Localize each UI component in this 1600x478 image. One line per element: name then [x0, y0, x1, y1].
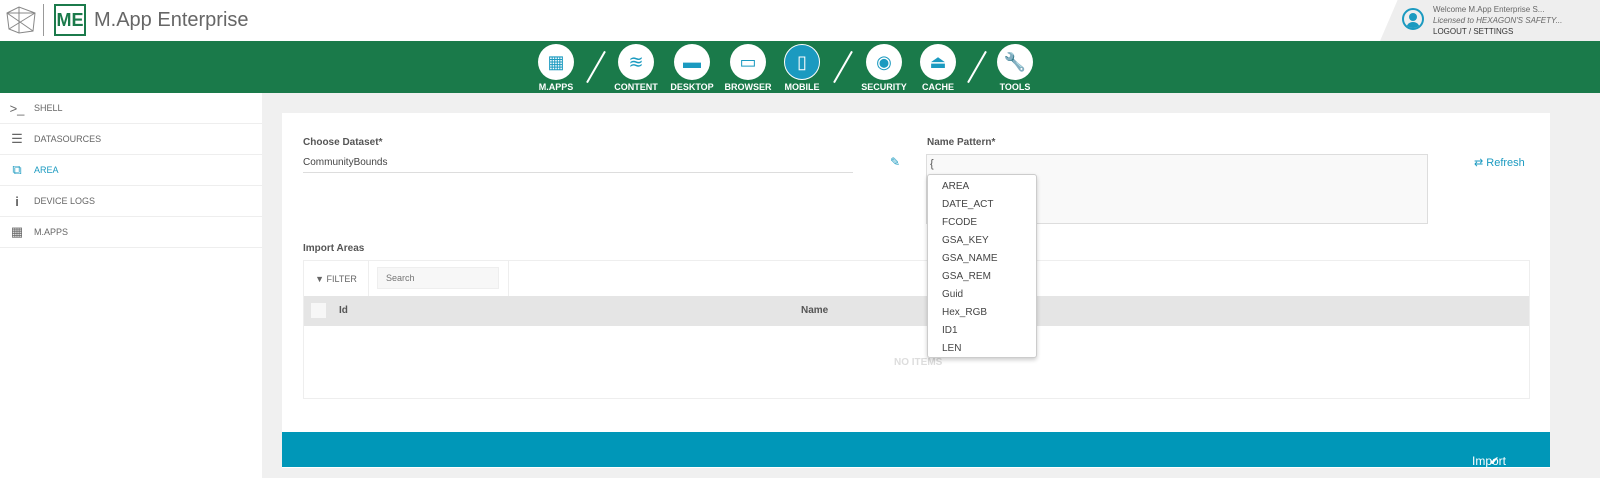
hexagon-logo-icon [6, 6, 36, 34]
filter-icon: ▼ [315, 273, 327, 284]
nav-content[interactable]: ≋ CONTENT [606, 44, 666, 92]
toolbar-divider [508, 261, 509, 296]
nav-tools[interactable]: 🔧 TOOLS [985, 44, 1045, 92]
terminal-icon: >_ [9, 100, 25, 116]
empty-message: NO ITEMS [894, 357, 943, 368]
autocomplete-option[interactable]: AREA [928, 178, 1036, 196]
dataset-field[interactable]: CommunityBounds [303, 157, 853, 173]
nav-label: M.APPS [538, 82, 574, 92]
sidebar-item-label: AREA [34, 165, 59, 175]
wrench-icon: 🔧 [997, 44, 1033, 80]
header: ME M.App Enterprise Welcome M.App Enterp… [0, 0, 1600, 41]
autocomplete-option[interactable]: Hex_RGB [928, 304, 1036, 322]
autocomplete-option[interactable]: GSA_REM [928, 268, 1036, 286]
sidebar-item-datasources[interactable]: ☰ DATASOURCES [0, 124, 262, 155]
autocomplete-option[interactable]: Guid [928, 286, 1036, 304]
app-logo: ME [54, 4, 86, 36]
browser-icon: ▭ [730, 44, 766, 80]
pattern-label: Name Pattern* [927, 137, 996, 148]
nav-label: CONTENT [614, 82, 658, 92]
nav-label: BROWSER [724, 82, 772, 92]
sidebar-item-label: SHELL [34, 103, 63, 113]
refresh-icon: ⇄ [1474, 157, 1484, 169]
column-id[interactable]: Id [339, 305, 348, 316]
database-icon: ☰ [11, 131, 23, 146]
import-areas-grid: ▼ FILTER Id Name NO ITEMS [303, 260, 1530, 399]
monitor-icon: ▬ [674, 44, 710, 80]
content-icon: ≋ [618, 44, 654, 80]
nav-desktop[interactable]: ▬ DESKTOP [662, 44, 722, 92]
autocomplete-option[interactable]: ID1 [928, 322, 1036, 340]
app-title: M.App Enterprise [94, 9, 249, 31]
nav-browser[interactable]: ▭ BROWSER [718, 44, 778, 92]
user-avatar-icon[interactable] [1402, 8, 1424, 30]
sidebar-item-mapps[interactable]: ▦ M.APPS [0, 217, 262, 248]
separator: / [1468, 27, 1472, 36]
pencil-icon[interactable]: ✎ [890, 155, 900, 169]
mobile-icon: ▯ [784, 44, 820, 80]
nav-cache[interactable]: ⏏ CACHE [908, 44, 968, 92]
import-button[interactable]: ✔ Import [282, 432, 1550, 468]
nav-divider [833, 50, 853, 84]
nav-mobile[interactable]: ▯ MOBILE [772, 44, 832, 92]
autocomplete-option[interactable]: LEN [928, 340, 1036, 358]
nav-security[interactable]: ◉ SECURITY [854, 44, 914, 92]
nav-label: CACHE [921, 82, 954, 92]
import-label: Import [1471, 454, 1506, 468]
nav-label: DESKTOP [670, 82, 714, 92]
sidebar-item-label: DEVICE LOGS [34, 196, 96, 206]
grid-icon: ▦ [538, 44, 574, 80]
welcome-text: Welcome M.App Enterprise S... [1433, 5, 1545, 14]
grid-title: Import Areas [303, 243, 365, 254]
sidebar-item-device-logs[interactable]: i DEVICE LOGS [0, 186, 262, 217]
autocomplete-option[interactable]: DATE_ACT [928, 196, 1036, 214]
sidebar-item-label: M.APPS [34, 227, 69, 237]
search-input[interactable] [377, 267, 499, 289]
license-text: Licensed to HEXAGON'S SAFETY... [1433, 16, 1563, 25]
nav-label: SECURITY [861, 82, 907, 92]
refresh-button[interactable]: ⇄ Refresh [1474, 156, 1525, 169]
autocomplete-option[interactable]: GSA_NAME [928, 250, 1036, 268]
nav-divider [586, 50, 606, 84]
user-icon: ◉ [866, 44, 902, 80]
refresh-label: Refresh [1486, 157, 1525, 169]
autocomplete-dropdown: AREA DATE_ACT FCODE GSA_KEY GSA_NAME GSA… [927, 174, 1037, 358]
area-icon: ⧉ [12, 162, 22, 177]
autocomplete-option[interactable]: FCODE [928, 214, 1036, 232]
main-nav: ▦ M.APPS ≋ CONTENT ▬ DESKTOP ▭ BROWSER ▯ MOBI… [0, 41, 1600, 93]
sidebar-item-area[interactable]: ⧉ AREA [0, 155, 262, 186]
logo-divider [43, 4, 44, 36]
nav-label: TOOLS [999, 82, 1031, 92]
nav-mapps[interactable]: ▦ M.APPS [526, 44, 586, 92]
sidebar: >_ SHELL ☰ DATASOURCES ⧉ AREA i DEVICE LOGS … [0, 93, 262, 478]
grid-icon: ▦ [10, 224, 24, 239]
info-icon: i [15, 193, 19, 209]
filter-label: FILTER [326, 273, 357, 284]
sidebar-item-shell[interactable]: >_ SHELL [0, 93, 262, 124]
logout-link[interactable]: LOGOUT [1433, 27, 1467, 36]
nav-label: MOBILE [784, 82, 820, 92]
inbox-icon: ⏏ [920, 44, 956, 80]
nav-divider [967, 50, 987, 84]
dataset-label: Choose Dataset* [303, 137, 383, 148]
column-name[interactable]: Name [801, 305, 828, 316]
filter-button[interactable]: ▼ FILTER [304, 261, 369, 296]
grid-header: Id Name [304, 296, 1529, 326]
settings-link[interactable]: SETTINGS [1473, 27, 1513, 36]
autocomplete-option[interactable]: GSA_KEY [928, 232, 1036, 250]
sidebar-item-label: DATASOURCES [34, 134, 102, 144]
select-all-checkbox[interactable] [311, 303, 326, 318]
